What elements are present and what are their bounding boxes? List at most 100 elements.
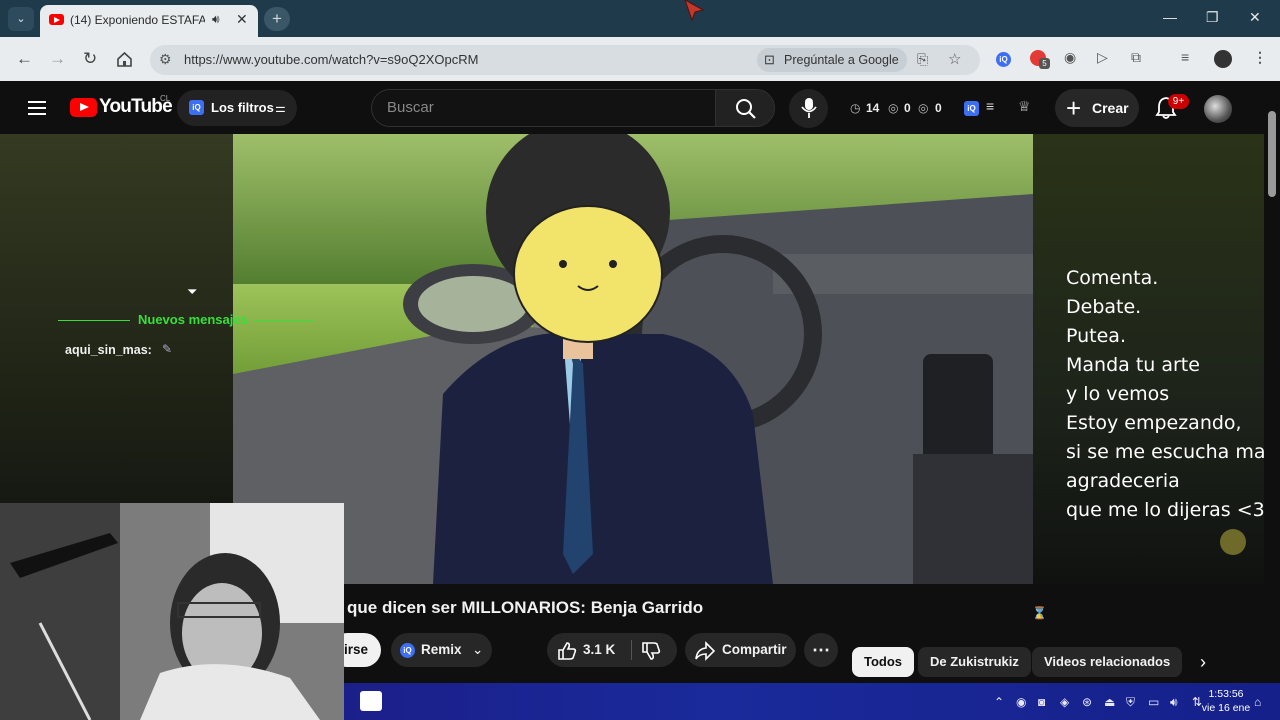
tray-security-icon[interactable]: ⛨ [1126,695,1135,710]
tray-app-icon[interactable]: ◈ [1060,695,1069,709]
ask-google-label: Pregúntale a Google [784,53,899,67]
browser-tab-active[interactable]: (14) Exponiendo ESTAFAS de 🔊︎ ✕ [40,5,258,37]
tab-search-button[interactable]: ⌄ [8,7,34,31]
chat-username: aqui_sin_mas: [65,343,152,357]
extensions-puzzle-icon[interactable]: ⧉ [1131,49,1141,66]
youtube-favicon-icon [49,14,64,25]
chevron-down-icon: ⌄ [472,642,484,657]
forward-icon[interactable]: → [49,49,66,69]
stat-hidden: 0 [935,101,942,115]
account-avatar[interactable] [1204,95,1232,123]
chip-de-zukistrukiz[interactable]: De Zukistrukiz [918,647,1031,677]
share-label: Compartir [722,642,787,657]
remix-label: Remix [421,642,462,657]
cursor-busy-icon: ⌛ [1032,606,1047,620]
new-messages-label: Nuevos mensajes [138,312,248,327]
like-divider [631,640,632,660]
chat-filter-icon[interactable]: ⏷ [187,284,197,300]
overlay-line: y lo vemos [1066,383,1170,405]
tray-volume-icon[interactable]: 🔊︎ [1170,695,1178,710]
profile-avatar-icon[interactable] [1214,50,1232,68]
stat-time: 14 [866,101,880,115]
dislike-thumb-icon[interactable] [641,641,661,661]
tray-discord-icon[interactable]: ◙ [1038,695,1045,709]
tray-display-icon[interactable]: ▭ [1148,695,1159,709]
url-text[interactable]: https://www.youtube.com/watch?v=s9oQ2XOp… [184,52,478,67]
overlay-line: agradeceria [1066,470,1180,492]
scrollbar-thumb[interactable] [1268,111,1276,197]
google-lens-icon: ⊡ [764,52,775,67]
ask-google-button[interactable]: ⊡ Pregúntale a Google [757,48,907,72]
share-button[interactable]: Compartir [685,633,796,667]
overlay-line: Estoy empezando, [1066,412,1242,434]
filters-label: Los filtros [211,100,274,115]
list-icon[interactable]: ≡ [986,98,994,114]
divider-line-right [254,320,314,321]
app-launcher-icon[interactable] [360,691,382,711]
home-icon[interactable] [116,51,133,68]
close-window-icon[interactable]: ✕ [1249,9,1261,26]
chip-todos[interactable]: Todos [852,647,915,677]
new-tab-button[interactable]: + [264,7,290,31]
overlay-line: Manda tu arte [1066,354,1200,376]
like-count[interactable]: 3.1 K [583,633,615,667]
bookmark-star-icon[interactable]: ☆ [948,50,961,68]
overlay-line: Debate. [1066,296,1142,318]
voice-search-button[interactable] [789,89,828,128]
iq-extension-header-icon[interactable]: iQ [964,101,979,116]
tray-overflow-icon[interactable]: ⌃ [994,695,1004,709]
filters-button[interactable]: iQ Los filtros ⚌ [177,90,297,126]
like-thumb-icon[interactable] [557,641,577,661]
mouse-cursor-icon [684,0,705,22]
sliders-icon: ⚌ [275,101,286,115]
minimize-icon[interactable]: — [1163,9,1177,25]
install-app-icon[interactable]: ⎘ [917,51,928,68]
divider-line-left [58,320,130,321]
youtube-header: YouTube CL iQ Los filtros ⚌ Buscar ◷ 14 … [0,81,1280,134]
more-horizontal-icon: ⋯ [812,640,830,660]
back-icon[interactable]: ← [16,49,33,69]
search-button[interactable] [715,89,775,127]
taskbar-clock[interactable]: 1:53:56 vie 16 ene [1196,687,1256,715]
page-scrollbar[interactable] [1264,81,1280,683]
youtube-logo-icon[interactable] [70,98,97,117]
ublock-extension-icon[interactable]: ◉ [1064,49,1076,66]
stat-views: 0 [904,101,911,115]
browser-menu-icon[interactable]: ⋮ [1253,49,1267,66]
site-settings-icon[interactable]: ⚙ [159,51,172,68]
extension-stats: ◷ 14 ◎ 0 ◎ 0 [842,90,952,126]
chat-emote-icon: ✎ [162,342,173,356]
stream-overlay-text: Comenta. Debate. Putea. Manda tu arte y … [1066,264,1277,525]
restore-icon[interactable]: ❐ [1206,9,1219,26]
country-code: CL [160,94,171,103]
extension-badge: 5 [1039,58,1050,69]
speaker-icon[interactable]: 🔊︎ [212,12,220,27]
address-bar[interactable]: ⚙ https://www.youtube.com/watch?v=s9oQ2X… [150,45,980,75]
iq-remix-icon: iQ [400,643,415,658]
chips-next-icon[interactable]: › [1200,652,1206,673]
reload-icon[interactable]: ↻ [83,49,97,69]
iq-icon: iQ [189,100,204,115]
reading-list-icon[interactable]: ≡ [1181,49,1189,65]
browser-toolbar: ← → ↻ ⚙ https://www.youtube.com/watch?v=… [0,37,1280,81]
close-tab-icon[interactable]: ✕ [236,11,248,28]
chip-videos-relacionados[interactable]: Videos relacionados [1032,647,1183,677]
eye-icon: ◎ [888,101,899,115]
eye-off-icon: ◎ [918,101,929,115]
browser-tab-bar: ⌄ (14) Exponiendo ESTAFAS de 🔊︎ ✕ + — ❐ … [0,0,1280,37]
trophy-icon[interactable]: ♕ [1018,98,1031,115]
iq-extension-icon[interactable]: iQ [996,52,1011,67]
tray-camera-icon[interactable]: ◉ [1016,695,1026,709]
overlay-line: que me lo dijeras <3 [1066,499,1265,521]
video-frame [233,134,1033,584]
play-extension-icon[interactable]: ▷ [1097,49,1108,66]
video-scene-image [233,134,1033,584]
tray-usb-icon[interactable]: ⏏ [1104,695,1115,709]
more-actions-button[interactable]: ⋯ [804,633,838,667]
microphone-icon [801,98,817,118]
tray-steam-icon[interactable]: ⊛ [1082,695,1092,709]
create-button[interactable]: + Crear [1055,89,1139,127]
search-input[interactable]: Buscar [371,89,716,127]
webcam-overlay [0,503,344,720]
remix-button[interactable]: iQ Remix ⌄ [391,633,492,667]
